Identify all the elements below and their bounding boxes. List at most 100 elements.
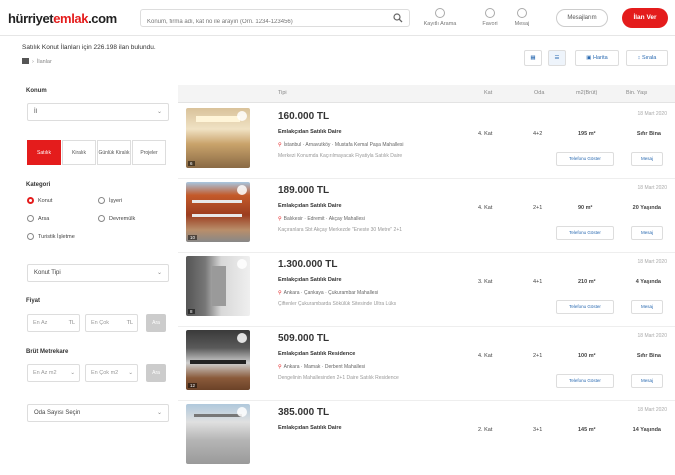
location-district: Edremit <box>307 216 325 222</box>
message-button[interactable]: Mesaj <box>631 300 663 314</box>
my-messages-button[interactable]: Mesajlarım <box>556 9 608 27</box>
header-room[interactable]: Oda <box>534 90 544 96</box>
header-age[interactable]: Bin. Yaşı <box>626 90 648 96</box>
favorite-icon[interactable] <box>237 407 247 417</box>
listing-floor: 4. Kat <box>478 131 493 137</box>
listing-floor: 3. Kat <box>478 279 493 285</box>
segment-projects[interactable]: Projeler <box>132 140 166 165</box>
listing-location: ⚲ İstanbul · Arnavutköy · Mustafa Kemal P… <box>278 142 404 148</box>
radio-turistik[interactable]: Turistik İşletme <box>27 233 75 240</box>
sort-button[interactable]: ↕ Sırala <box>626 50 668 66</box>
area-min-input[interactable]: En Az m2 ⌄ <box>27 364 80 382</box>
favorite-icon[interactable] <box>237 259 247 269</box>
area-max-input[interactable]: En Çok m2 ⌄ <box>85 364 138 382</box>
listing-title[interactable]: Emlakçıdan Satılık Residence <box>278 351 355 357</box>
map-button[interactable]: ▣ Harita <box>575 50 619 66</box>
location-city: Ankara <box>283 290 300 296</box>
list-view-button[interactable]: ☰ <box>548 50 566 66</box>
post-ad-button[interactable]: İlan Ver <box>622 8 668 28</box>
favorite-icon[interactable] <box>237 333 247 343</box>
logo-main: hürriyet <box>8 11 54 26</box>
radio-isyeri[interactable]: İşyeri <box>98 197 122 204</box>
currency-label: TL <box>126 320 133 326</box>
home-icon[interactable] <box>22 58 29 64</box>
table-row[interactable]: 10 189.000 TL Emlakçıdan Satılık Daire ⚲… <box>178 179 675 253</box>
chevron-down-icon: ⌄ <box>156 109 162 115</box>
listing-age: 14 Yaşında <box>632 427 661 433</box>
listing-price: 189.000 TL <box>278 185 330 196</box>
message-button[interactable]: Mesaj <box>631 152 663 166</box>
nav-saved-search[interactable]: Kayıtlı Arama <box>420 8 460 27</box>
location-city: Ankara <box>283 364 300 370</box>
message-icon <box>517 8 527 18</box>
show-phone-button[interactable]: Telefonu Göster <box>556 300 614 314</box>
show-phone-button[interactable]: Telefonu Göster <box>556 374 614 388</box>
radio-devremulk[interactable]: Devremülk <box>98 215 135 222</box>
listing-photo[interactable]: 10 <box>186 182 250 242</box>
location-neighborhood: Çukurambar Mahallesi <box>328 290 379 296</box>
property-type-select[interactable]: Konut Tipi ⌄ <box>27 264 169 282</box>
listing-description: Dengelinin Mahallesinden 2+1 Daire Satıl… <box>278 375 399 381</box>
listing-room: 2+1 <box>533 205 543 211</box>
show-phone-button[interactable]: Telefonu Göster <box>556 152 614 166</box>
listing-photo[interactable]: 6 <box>186 108 250 168</box>
area-apply-button[interactable]: Ara <box>146 364 166 382</box>
radio-konut[interactable]: Konut <box>27 197 52 204</box>
property-type-value: Konut Tipi <box>34 270 61 276</box>
breadcrumb-item[interactable]: İlanlar <box>37 59 52 65</box>
listing-room: 4+1 <box>533 279 543 285</box>
nav-messages[interactable]: Mesaj <box>510 8 534 27</box>
listing-description: Merkezi Konumda Kaçırılmayacak Fiyatiyla… <box>278 153 403 159</box>
location-district: Mamak <box>303 364 321 370</box>
message-button[interactable]: Mesaj <box>631 374 663 388</box>
grid-view-button[interactable]: ▦ <box>524 50 542 66</box>
listing-photo[interactable]: 12 <box>186 330 250 390</box>
radio-arsa[interactable]: Arsa <box>27 215 49 222</box>
favorite-icon[interactable] <box>237 185 247 195</box>
table-row[interactable]: 8 1.300.000 TL Emlakçıdan Satılık Daire … <box>178 253 675 327</box>
listing-title[interactable]: Emlakçıdan Satılık Daire <box>278 203 342 209</box>
table-row[interactable]: 6 160.000 TL Emlakçıdan Satılık Daire ⚲ İ… <box>178 105 675 179</box>
site-logo[interactable]: hürriyetemlak.com <box>8 11 117 26</box>
location-pin-icon: ⚲ <box>278 142 282 148</box>
segment-sale[interactable]: Satılık <box>27 140 61 165</box>
search-icon[interactable] <box>393 13 403 23</box>
price-max-input[interactable]: En Çok TL <box>85 314 138 332</box>
list-icon: ☰ <box>554 55 560 61</box>
header-floor[interactable]: Kat <box>484 90 492 96</box>
countertop <box>190 360 246 364</box>
header-type[interactable]: Tipi <box>278 90 287 96</box>
listing-title[interactable]: Emlakçıdan Satılık Daire <box>278 129 342 135</box>
area-max-placeholder: En Çok m2 <box>91 370 119 376</box>
segment-rent[interactable]: Kiralık <box>62 140 96 165</box>
listing-photo[interactable]: 8 <box>186 256 250 316</box>
table-row[interactable]: 385.000 TL Emlakçıdan Satılık Daire 2. K… <box>178 401 675 475</box>
radio-dot <box>98 215 105 222</box>
radio-devremulk-label: Devremülk <box>109 216 136 222</box>
message-button[interactable]: Mesaj <box>631 226 663 240</box>
price-min-input[interactable]: En Az TL <box>27 314 80 332</box>
nav-messages-label: Mesaj <box>514 21 530 27</box>
listing-title[interactable]: Emlakçıdan Satılık Daire <box>278 277 342 283</box>
room-count-select[interactable]: Oda Sayısı Seçin ⌄ <box>27 404 169 422</box>
favorite-icon[interactable] <box>237 111 247 121</box>
sort-button-label: Sırala <box>641 55 657 61</box>
search-input[interactable] <box>141 14 381 30</box>
location-label: Konum <box>26 88 47 94</box>
segment-daily-rent[interactable]: Günlük Kiralık <box>97 140 131 165</box>
category-label: Kategori <box>26 182 51 188</box>
nav-favorites[interactable]: Favori <box>478 8 502 27</box>
header-area[interactable]: m2(Brüt) <box>576 90 597 96</box>
location-select[interactable]: İl ⌄ <box>27 103 169 121</box>
listing-photo[interactable] <box>186 404 250 464</box>
listing-room: 2+1 <box>533 353 543 359</box>
price-apply-button[interactable]: Ara <box>146 314 166 332</box>
listing-room: 4+2 <box>533 131 543 137</box>
page-title: Satılık Konut İlanları için 226.198 ilan… <box>22 44 156 51</box>
table-row[interactable]: 12 509.000 TL Emlakçıdan Satılık Residen… <box>178 327 675 401</box>
listing-title[interactable]: Emlakçıdan Satılık Daire <box>278 425 342 431</box>
logo-accent: emlak <box>53 11 89 26</box>
listing-age: 4 Yaşında <box>635 279 661 285</box>
location-neighborhood: Mustafa Kemal Paşa Mahallesi <box>334 142 404 148</box>
show-phone-button[interactable]: Telefonu Göster <box>556 226 614 240</box>
